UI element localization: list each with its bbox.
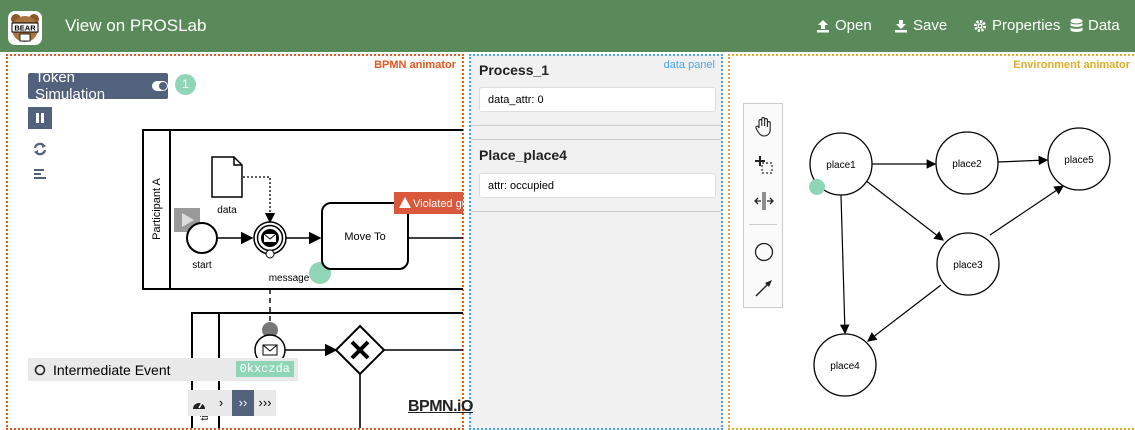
align-left-icon — [34, 169, 46, 179]
pause-button[interactable] — [28, 107, 52, 129]
speed-slow-button[interactable]: › — [210, 390, 232, 416]
save-button[interactable]: Save — [894, 17, 947, 34]
data-button[interactable]: Data — [1070, 17, 1120, 34]
data-object-label: data — [217, 205, 237, 216]
properties-button[interactable]: Properties — [973, 17, 1060, 34]
divider — [471, 125, 721, 126]
upload-icon — [817, 19, 829, 32]
violation-label: Violated gu — [413, 198, 463, 210]
divider — [471, 139, 721, 140]
log-button[interactable] — [28, 163, 52, 185]
reset-button[interactable] — [28, 138, 52, 160]
gear-icon — [974, 19, 986, 32]
speed-normal-button[interactable]: ›› — [232, 390, 254, 416]
message-catch-event[interactable] — [253, 221, 287, 255]
data-panel-tag: data panel — [663, 59, 715, 71]
start-event[interactable] — [186, 222, 218, 254]
divider — [471, 211, 721, 212]
open-label: Open — [835, 17, 872, 34]
environment-canvas[interactable]: place1 place2 place5 place3 place4 — [730, 56, 1135, 428]
start-event-label: start — [192, 260, 212, 271]
speed-fast-button[interactable]: ››› — [254, 390, 276, 416]
token-simulation-toggle[interactable]: Token Simulation — [28, 69, 168, 103]
task-label: Move To — [344, 231, 385, 243]
svg-text:BEAR: BEAR — [14, 24, 36, 33]
speedometer-icon — [188, 390, 210, 416]
download-icon — [895, 19, 907, 32]
place-label: place2 — [952, 159, 982, 170]
agent-token[interactable] — [809, 179, 825, 195]
data-section-title: Place_place4 — [479, 147, 567, 163]
speed-control: › ›› ››› — [188, 390, 276, 416]
violation-warning[interactable]: Violated gu — [394, 192, 463, 214]
token-count-badge: 1 — [175, 74, 196, 95]
save-label: Save — [913, 17, 948, 34]
top-bar: BEAR View on PROSLab Open Save Propertie… — [0, 0, 1135, 52]
bpmn-io-watermark[interactable]: BPMN.iO — [408, 398, 473, 416]
place-label: place4 — [830, 361, 860, 372]
data-attr-box: data_attr: 0 — [479, 87, 716, 112]
data-attr-value: 0 — [537, 94, 544, 106]
refresh-icon — [33, 142, 47, 156]
data-attr-key: attr: — [488, 180, 507, 192]
intermediate-event-row[interactable]: Intermediate Event 0kxczda — [28, 358, 298, 381]
app-title[interactable]: View on PROSLab — [65, 16, 206, 36]
place-label: place3 — [953, 260, 983, 271]
pause-icon — [36, 113, 44, 123]
message-event-label: message — [269, 273, 310, 284]
data-object[interactable] — [211, 156, 243, 198]
place-label: place5 — [1064, 155, 1094, 166]
bear-logo[interactable]: BEAR — [8, 11, 42, 45]
data-attr-value: occupied — [510, 180, 555, 192]
event-name: Intermediate Event — [53, 361, 171, 378]
token-simulation-label: Token Simulation — [35, 69, 106, 103]
properties-label: Properties — [992, 17, 1061, 34]
participant-label: Participant A — [151, 177, 163, 239]
open-button[interactable]: Open — [816, 17, 872, 34]
data-label: Data — [1088, 17, 1120, 34]
data-attr-box: attr: occupied — [479, 173, 716, 198]
database-icon — [1070, 18, 1083, 32]
exclusive-gateway[interactable] — [334, 324, 386, 376]
data-section-title: Process_1 — [479, 62, 550, 78]
place-label: place1 — [826, 160, 856, 171]
data-attr-key: data_attr: — [488, 94, 535, 106]
toggle-icon — [152, 81, 168, 91]
circle-icon — [34, 364, 46, 375]
event-id-badge: 0kxczda — [235, 361, 294, 377]
